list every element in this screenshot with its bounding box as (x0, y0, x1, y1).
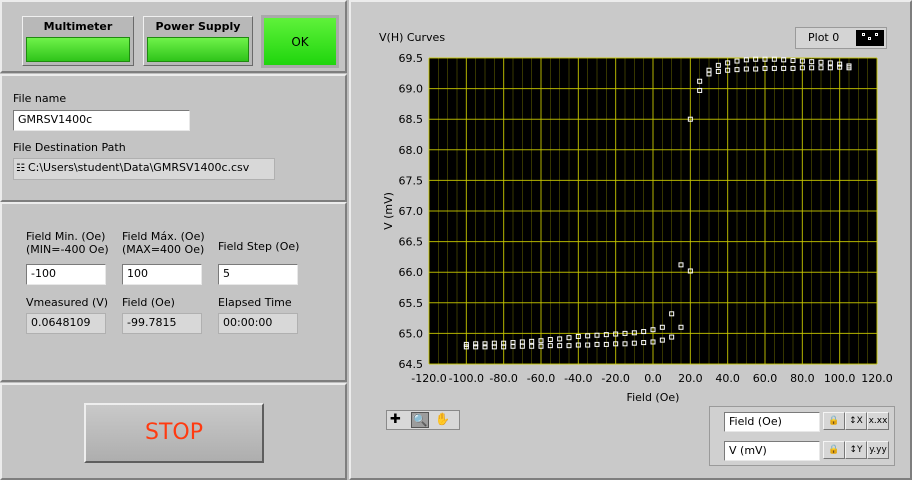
cursor-move-icon[interactable]: ✚ (390, 412, 401, 427)
x-tick-label: -60.0 (527, 372, 555, 385)
x-tick-label: -20.0 (601, 372, 629, 385)
x-axis-label: Field (Oe) (627, 391, 680, 404)
x-axis-ticks: -120.0 -100.0 -80.0 -60.0 -40.0 -20.0 0.0 20.0 4… (411, 372, 892, 385)
x-tick-label: 0.0 (644, 372, 662, 385)
x-tick-label: -80.0 (489, 372, 517, 385)
graph-palette: ✚ 🔍 ✋ (386, 410, 460, 430)
x-tick-label: 100.0 (824, 372, 856, 385)
x-tick-label: -120.0 (411, 372, 446, 385)
y-tick-label: 66.5 (399, 236, 424, 249)
x-format-icon[interactable]: x.xx (867, 412, 889, 430)
pan-hand-icon[interactable]: ✋ (435, 412, 450, 426)
y-autoscale-icon[interactable]: ↕Y (845, 441, 867, 459)
y-tick-label: 67.0 (399, 205, 424, 218)
y-tick-label: 67.5 (399, 174, 424, 187)
y-tick-label: 65.5 (399, 297, 424, 310)
y-tick-label: 69.5 (399, 52, 424, 65)
y-tick-label: 69.0 (399, 83, 424, 96)
y-axis-ticks: 64.5 65.0 65.5 66.0 66.5 67.0 67.5 68.0 68.5 69.0… (399, 52, 424, 371)
x-tick-label: -40.0 (564, 372, 592, 385)
x-tick-label: 40.0 (715, 372, 740, 385)
y-scale-name[interactable]: V (mV) (724, 441, 820, 461)
x-tick-label: 80.0 (790, 372, 815, 385)
x-scale-name[interactable]: Field (Oe) (724, 412, 820, 432)
x-tick-label: 20.0 (678, 372, 703, 385)
x-tick-label: 120.0 (861, 372, 893, 385)
y-tick-label: 68.0 (399, 144, 424, 157)
zoom-icon[interactable]: 🔍 (411, 412, 429, 428)
x-tick-label: -100.0 (449, 372, 484, 385)
y-axis-label: V (mV) (382, 192, 395, 230)
y-format-icon[interactable]: y.yy (867, 441, 889, 459)
y-tick-label: 64.5 (399, 358, 424, 371)
x-autoscale-icon[interactable]: ↕X (845, 412, 867, 430)
x-scale-lock-icon[interactable]: 🔒 (823, 412, 845, 430)
x-tick-label: 60.0 (753, 372, 778, 385)
y-tick-label: 66.0 (399, 266, 424, 279)
y-tick-label: 68.5 (399, 113, 424, 126)
y-scale-lock-icon[interactable]: 🔒 (823, 441, 845, 459)
y-tick-label: 65.0 (399, 327, 424, 340)
